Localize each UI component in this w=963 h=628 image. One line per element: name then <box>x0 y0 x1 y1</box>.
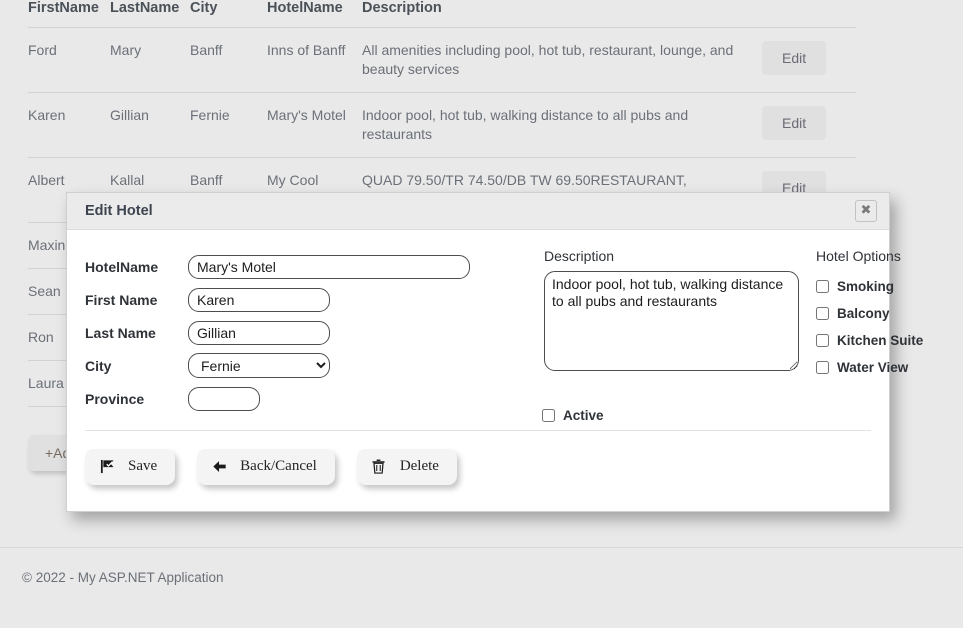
cell-description: Indoor pool, hot tub, walking distance t… <box>362 92 762 158</box>
column-header-hotelname: HotelName <box>267 0 362 28</box>
modal-body: HotelName First Name Last Name City Fern… <box>67 230 923 430</box>
column-header-city: City <box>190 0 267 28</box>
edit-button[interactable]: Edit <box>762 106 827 140</box>
label-province: Province <box>85 390 145 407</box>
label-balcony: Balcony <box>837 306 890 321</box>
kitchen-suite-checkbox[interactable] <box>816 334 829 347</box>
save-button[interactable]: Save <box>85 449 176 485</box>
table-row: Karen Gillian Fernie Mary's Motel Indoor… <box>28 92 856 158</box>
field-row-province: Province <box>85 382 505 415</box>
cell-hotelname: Mary's Motel <box>267 92 362 158</box>
edit-button[interactable]: Edit <box>762 41 827 75</box>
active-checkbox[interactable] <box>542 409 555 422</box>
option-row-kitchen-suite: Kitchen Suite <box>816 327 956 354</box>
hotelname-input[interactable] <box>188 254 470 279</box>
label-active: Active <box>563 408 604 423</box>
column-header-actions <box>762 0 856 28</box>
back-cancel-button[interactable]: Back/Cancel <box>197 449 335 485</box>
cell-firstname: Karen <box>28 92 110 158</box>
cell-action: Edit <box>762 27 856 93</box>
copyright-text: © 2022 - My ASP.NET Application <box>22 570 224 585</box>
label-kitchen-suite: Kitchen Suite <box>837 333 924 348</box>
city-select[interactable]: FernieBanff <box>188 353 330 378</box>
cell-action: Edit <box>762 92 856 158</box>
cell-city: Fernie <box>190 92 267 158</box>
option-row-smoking: Smoking <box>816 273 956 300</box>
label-hotelname: HotelName <box>85 258 159 275</box>
label-smoking: Smoking <box>837 279 895 294</box>
cell-lastname: Mary <box>110 27 190 93</box>
save-flag-icon <box>99 459 115 475</box>
option-row-water-view: Water View <box>816 354 956 381</box>
trash-icon <box>371 459 387 475</box>
column-header-lastname: LastName <box>110 0 190 28</box>
label-city: City <box>85 357 112 374</box>
table-head: FirstName LastName City HotelName Descri… <box>28 0 856 28</box>
hotel-options-title: Hotel Options <box>816 248 901 264</box>
cell-hotelname: Inns of Banff <box>267 27 362 93</box>
modal-header: Edit Hotel ✖ <box>67 193 889 230</box>
active-checkbox-row: Active <box>542 408 604 423</box>
field-row-hotelname: HotelName <box>85 250 505 283</box>
close-icon[interactable]: ✖ <box>855 200 877 222</box>
balcony-checkbox[interactable] <box>816 307 829 320</box>
field-row-city: City FernieBanff <box>85 349 505 382</box>
arrow-left-icon <box>211 459 227 475</box>
label-water-view: Water View <box>837 360 909 375</box>
cell-description: All amenities including pool, hot tub, r… <box>362 27 762 93</box>
back-cancel-button-label: Back/Cancel <box>240 458 317 474</box>
description-column: Description <box>544 248 799 374</box>
modal-footer: Save Back/Cancel Delete <box>85 430 871 511</box>
water-view-checkbox[interactable] <box>816 361 829 374</box>
column-header-firstname: FirstName <box>28 0 110 28</box>
cell-firstname: Ford <box>28 27 110 93</box>
label-description: Description <box>544 248 615 264</box>
table-header-row: FirstName LastName City HotelName Descri… <box>28 0 856 28</box>
form-fields-column: HotelName First Name Last Name City Fern… <box>85 250 505 415</box>
save-button-label: Save <box>128 458 158 474</box>
field-row-lastname: Last Name <box>85 316 505 349</box>
province-input[interactable] <box>188 386 260 411</box>
lastname-input[interactable] <box>188 320 330 345</box>
field-row-firstname: First Name <box>85 283 505 316</box>
delete-button[interactable]: Delete <box>356 449 457 485</box>
description-textarea[interactable] <box>544 271 799 371</box>
label-lastname: Last Name <box>85 324 156 341</box>
modal-title: Edit Hotel <box>85 203 153 219</box>
cell-city: Banff <box>190 27 267 93</box>
table-row: Ford Mary Banff Inns of Banff All amenit… <box>28 27 856 93</box>
hotel-options-column: Hotel Options Smoking Balcony Kitchen Su… <box>816 248 956 381</box>
delete-button-label: Delete <box>399 458 439 474</box>
column-header-description: Description <box>362 0 762 28</box>
cell-lastname: Gillian <box>110 92 190 158</box>
page-root: FirstName LastName City HotelName Descri… <box>0 0 963 628</box>
smoking-checkbox[interactable] <box>816 280 829 293</box>
label-firstname: First Name <box>85 291 158 308</box>
option-row-balcony: Balcony <box>816 300 956 327</box>
edit-hotel-modal: Edit Hotel ✖ HotelName First Name Last N… <box>66 192 923 512</box>
firstname-input[interactable] <box>188 287 330 312</box>
page-footer: © 2022 - My ASP.NET Application <box>0 547 963 585</box>
